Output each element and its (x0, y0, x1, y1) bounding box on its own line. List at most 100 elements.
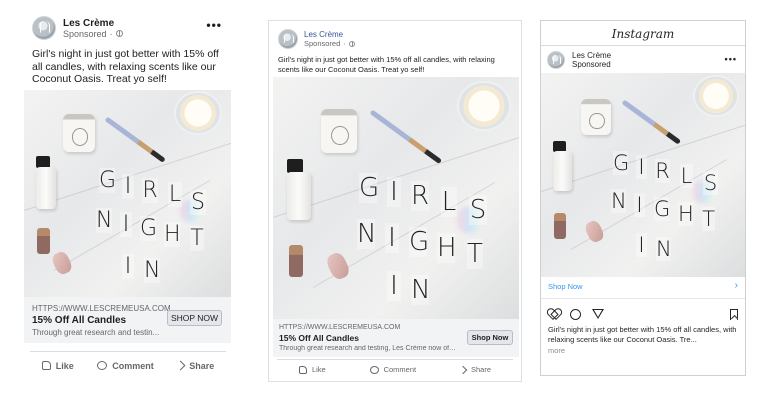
letter-g: G (140, 216, 158, 241)
letter-i: I (385, 223, 399, 253)
nail-polish (289, 245, 303, 277)
lotion-bottle (553, 151, 572, 191)
shop-now-button[interactable]: SHOP NOW (167, 310, 222, 326)
letter-i: I (122, 254, 134, 279)
letter-r: R (655, 159, 670, 183)
send-icon[interactable] (592, 309, 604, 319)
letter-h: H (164, 222, 181, 247)
more-dots-icon[interactable]: ••• (725, 54, 737, 64)
cta-description: Through great research and testin... (32, 328, 160, 337)
bookmark-icon[interactable] (730, 308, 738, 320)
letter-g: G (654, 197, 671, 221)
instagram-caption: Girl's night in just got better with 15%… (548, 325, 737, 344)
comment-button[interactable]: Comment (97, 361, 154, 371)
letter-i: I (387, 177, 401, 207)
share-icon (458, 365, 468, 374)
share-button[interactable]: Share (458, 365, 492, 374)
sponsored-label: Sponsored (63, 28, 107, 39)
popcorn-bowl (176, 93, 220, 133)
share-icon (175, 360, 186, 371)
page-name[interactable]: Les Crème (304, 30, 355, 39)
instagram-ad-preview: Instagram Les Crème Sponsored ••• G I R … (540, 20, 746, 376)
like-icon (298, 365, 307, 374)
cta-url: HTTPS://WWW.LESCREMEUSA.COM (32, 304, 171, 313)
comment-button[interactable]: Comment (369, 365, 417, 374)
cta-title: 15% Off All Candles (32, 315, 127, 326)
more-dots-icon[interactable]: ••• (206, 18, 222, 32)
post-header: Les Crème Sponsored · (32, 16, 123, 40)
comment-label: Comment (383, 365, 417, 374)
candle-jar (63, 114, 95, 152)
facebook-ad-preview-small: Les Crème Sponsored · Girl's night in ju… (268, 20, 522, 382)
page-name[interactable]: Les Crème (572, 51, 611, 60)
makeup-brush (104, 116, 166, 163)
like-button[interactable]: Like (298, 365, 326, 374)
letter-g: G (409, 227, 430, 257)
letter-g: G (359, 173, 380, 203)
popcorn-bowl (459, 83, 509, 129)
brand-avatar[interactable] (547, 51, 565, 69)
letter-s: S (469, 195, 487, 225)
letter-g: G (99, 168, 117, 193)
brand-avatar[interactable] (278, 29, 298, 49)
makeup-brush (369, 109, 443, 165)
nail-polish (554, 213, 566, 239)
share-label: Share (471, 365, 492, 374)
post-header: Les Crème Sponsored · (278, 29, 355, 49)
shop-now-link[interactable]: Shop Now (548, 282, 583, 291)
instagram-logo: Instagram (611, 27, 675, 41)
lotion-bottle (36, 167, 56, 209)
letter-l: L (680, 164, 693, 188)
post-header: Les Crème Sponsored (547, 51, 611, 69)
ad-image[interactable]: G I R L S N I G H T I N (273, 77, 519, 319)
heart-icon[interactable] (548, 309, 559, 319)
letter-i: I (122, 174, 134, 199)
shop-now-button[interactable]: Shop Now (467, 330, 513, 345)
shop-now-bar[interactable]: Shop Now › (541, 277, 745, 299)
caption-more-link[interactable]: more (548, 346, 565, 355)
comment-label: Comment (112, 360, 154, 371)
letter-l: L (441, 187, 457, 217)
post-primary-text: Girl's night in just got better with 15%… (32, 48, 219, 85)
face-roller (50, 249, 74, 277)
ad-image[interactable]: G I R L S N I G H T I N (541, 73, 745, 277)
letter-h: H (678, 202, 694, 226)
globe-icon (115, 30, 123, 37)
candle-jar (581, 99, 611, 135)
like-button[interactable]: Like (41, 360, 74, 371)
lotion-bottle (287, 172, 311, 220)
comment-icon (369, 365, 379, 374)
makeup-brush (621, 99, 682, 145)
letter-s: S (703, 171, 718, 195)
share-label: Share (189, 360, 215, 371)
letter-t: T (702, 207, 715, 231)
letter-n: N (96, 208, 113, 233)
letter-g: G (613, 151, 630, 175)
comment-icon[interactable] (570, 308, 581, 320)
comment-icon (97, 361, 108, 370)
page-name[interactable]: Les Crème (63, 18, 123, 29)
like-icon (41, 361, 51, 370)
letter-i: I (636, 155, 647, 179)
sponsored-label: Sponsored (304, 39, 341, 48)
action-bar: Like Comment Share (30, 351, 226, 379)
letter-n: N (144, 258, 161, 283)
like-label: Like (55, 360, 74, 371)
chevron-right-icon: › (734, 280, 738, 291)
sponsored-label: Sponsored (572, 60, 611, 69)
letter-r: R (142, 178, 158, 203)
cta-bar[interactable]: HTTPS://WWW.LESCREMEUSA.COM 15% Off All … (24, 297, 231, 343)
popcorn-bowl (695, 77, 737, 115)
cta-bar[interactable]: HTTPS://WWW.LESCREMEUSA.COM 15% Off All … (273, 319, 519, 357)
cta-title: 15% Off All Candles (279, 333, 359, 343)
nail-polish (37, 228, 50, 254)
letter-n: N (656, 237, 672, 261)
sponsored-line: Sponsored · (63, 29, 123, 39)
brand-avatar[interactable] (32, 16, 56, 40)
letter-i: I (634, 193, 645, 217)
cta-url: HTTPS://WWW.LESCREMEUSA.COM (279, 324, 401, 331)
ad-image[interactable]: G I R L S N I G H T I N (24, 90, 231, 297)
share-button[interactable]: Share (175, 360, 215, 371)
globe-icon (348, 40, 355, 47)
letter-t: T (190, 226, 204, 251)
